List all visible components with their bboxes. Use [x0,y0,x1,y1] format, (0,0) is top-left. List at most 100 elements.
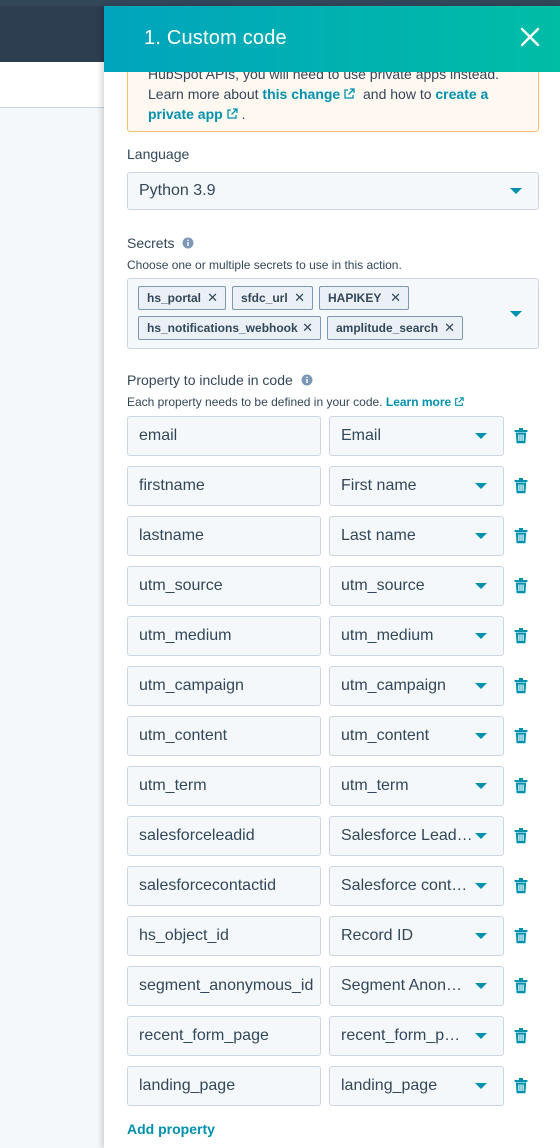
remove-tag-icon[interactable]: ✕ [294,287,305,309]
remove-tag-icon[interactable]: ✕ [302,317,313,339]
property-name-input[interactable]: utm_content [127,716,321,756]
properties-help-text: Each property needs to be defined in you… [127,395,383,409]
chevron-down-icon [475,683,487,689]
external-link-icon [344,88,355,99]
property-select-value: Salesforce cont… [341,877,468,894]
trash-icon[interactable] [514,978,528,994]
panel-header: 1. Custom code [104,6,560,72]
property-name-input[interactable]: firstname [127,466,321,506]
learn-more-label: Learn more [385,395,452,409]
remove-tag-icon[interactable]: ✕ [207,287,218,309]
property-name-input[interactable]: email [127,416,321,456]
property-name-input[interactable]: landing_page [127,1066,321,1106]
panel-title: 1. Custom code [144,27,287,49]
secret-tag: amplitude_search ✕ [327,316,463,340]
info-icon[interactable] [182,237,194,249]
property-select[interactable]: Segment Anon… [329,966,504,1006]
language-label: Language [127,146,190,162]
chevron-down-icon [475,783,487,789]
language-select[interactable]: Python 3.9 [127,172,539,210]
chevron-down-icon [475,1083,487,1089]
property-name-input[interactable]: utm_term [127,766,321,806]
property-name-input[interactable]: utm_medium [127,616,321,656]
chevron-down-icon [510,310,522,317]
trash-icon[interactable] [514,1078,528,1094]
secret-tag: sfdc_url ✕ [232,286,313,310]
custom-code-panel: 1. Custom code HubSpot APIs, you will ne… [104,6,560,1148]
property-select-value: Email [341,427,382,444]
property-name-input[interactable]: lastname [127,516,321,556]
trash-icon[interactable] [514,828,528,844]
secrets-multiselect[interactable]: hs_portal ✕ sfdc_url ✕ HAPIKEY ✕ hs_notific… [127,278,539,349]
property-name-input[interactable]: utm_source [127,566,321,606]
trash-icon[interactable] [514,678,528,694]
chevron-down-icon [475,733,487,739]
property-select[interactable]: Salesforce cont… [329,866,504,906]
info-icon[interactable] [301,374,313,386]
property-name-input[interactable]: segment_anonymous_id [127,966,321,1006]
property-name-input[interactable]: salesforcecontactid [127,866,321,906]
external-link-icon [455,397,464,406]
secrets-help: Choose one or multiple secrets to use in… [127,258,402,272]
property-select[interactable]: Record ID [329,916,504,956]
create-private-app-link-part1[interactable]: create a [435,86,488,102]
chevron-down-icon [475,883,487,889]
chevron-down-icon [475,483,487,489]
property-select[interactable]: Last name [329,516,504,556]
trash-icon[interactable] [514,778,528,794]
property-select[interactable]: Salesforce Lead… [329,816,504,856]
trash-icon[interactable] [514,478,528,494]
create-private-app-link[interactable]: private app [148,106,238,122]
this-change-link-label: this change [262,86,341,102]
property-select-value: utm_medium [341,627,434,644]
background-toolbar [0,62,104,108]
property-select[interactable]: utm_medium [329,616,504,656]
properties-help: Each property needs to be defined in you… [127,395,464,409]
chevron-down-icon [475,433,487,439]
trash-icon[interactable] [514,528,528,544]
chevron-down-icon [510,188,522,194]
trash-icon[interactable] [514,428,528,444]
property-select-value: Last name [341,527,416,544]
private-app-link-label: private app [148,106,223,122]
trash-icon[interactable] [514,628,528,644]
chevron-down-icon [475,933,487,939]
learn-more-link[interactable]: Learn more [386,395,464,409]
language-value: Python 3.9 [139,182,216,199]
property-select[interactable]: utm_campaign [329,666,504,706]
secret-tag-label: sfdc_url [241,291,288,305]
warning-line-3: private app . [148,104,245,124]
property-select[interactable]: landing_page [329,1066,504,1106]
property-select[interactable]: utm_source [329,566,504,606]
secrets-label: Secrets [127,235,194,251]
trash-icon[interactable] [514,578,528,594]
secret-tag: HAPIKEY ✕ [319,286,409,310]
property-select-value: landing_page [341,1077,438,1094]
background-canvas [0,108,104,1148]
chevron-down-icon [475,833,487,839]
property-name-input[interactable]: hs_object_id [127,916,321,956]
remove-tag-icon[interactable]: ✕ [444,317,455,339]
property-select-value: recent_form_p… [341,1027,461,1044]
property-select-value: utm_campaign [341,677,446,694]
property-name-input[interactable]: utm_campaign [127,666,321,706]
add-property-button[interactable]: Add property [127,1121,215,1137]
trash-icon[interactable] [514,878,528,894]
property-select[interactable]: recent_form_p… [329,1016,504,1056]
trash-icon[interactable] [514,728,528,744]
property-select[interactable]: First name [329,466,504,506]
property-select-value: Salesforce Lead… [341,827,473,844]
trash-icon[interactable] [514,1028,528,1044]
this-change-link[interactable]: this change [262,86,355,102]
secrets-label-text: Secrets [127,235,175,251]
property-name-input[interactable]: salesforceleadid [127,816,321,856]
property-name-input[interactable]: recent_form_page [127,1016,321,1056]
property-select[interactable]: utm_content [329,716,504,756]
remove-tag-icon[interactable]: ✕ [390,287,401,309]
property-select[interactable]: utm_term [329,766,504,806]
property-select[interactable]: Email [329,416,504,456]
close-button[interactable] [518,25,542,49]
property-select-value: Record ID [341,927,414,944]
trash-icon[interactable] [514,928,528,944]
warning-suffix: . [241,106,246,122]
